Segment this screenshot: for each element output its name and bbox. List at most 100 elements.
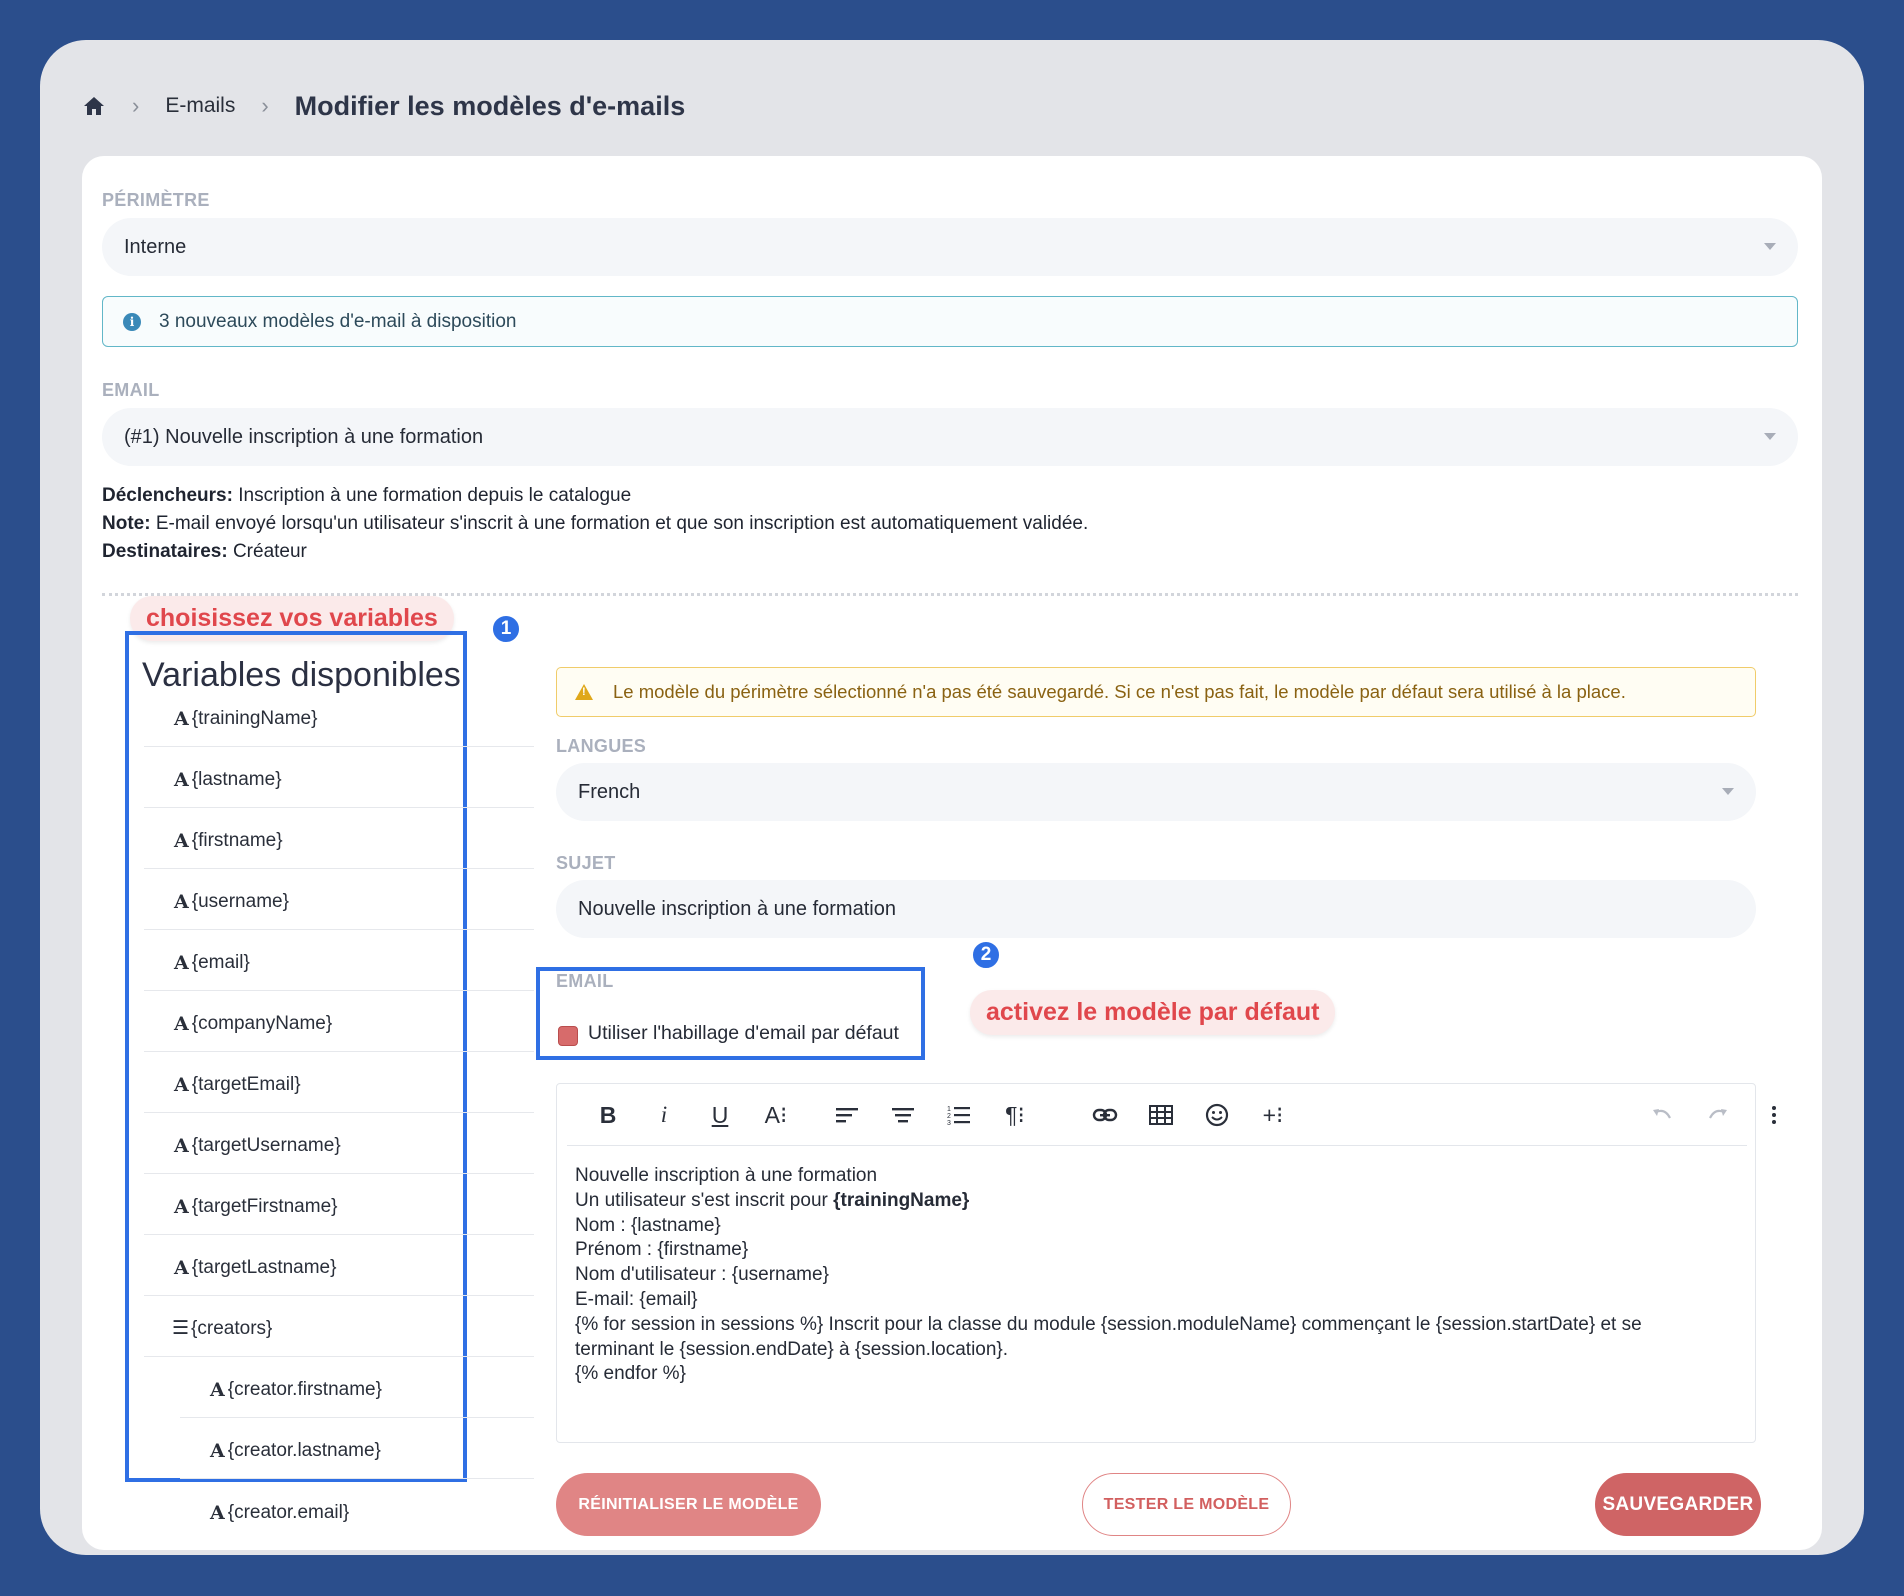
- variable-name: {targetFirstname}: [191, 1196, 338, 1217]
- variable-item[interactable]: A {creator.lastname}: [180, 1418, 534, 1479]
- variable-name: {creator.lastname}: [227, 1440, 381, 1461]
- more-options-icon[interactable]: [1757, 1098, 1791, 1132]
- variable-item[interactable]: A {companyName}: [144, 991, 534, 1052]
- subject-value: Nouvelle inscription à une formation: [578, 897, 896, 920]
- editor-bold-variable: {trainingName}: [833, 1189, 970, 1211]
- email-section-label: EMAIL: [556, 971, 614, 991]
- triggers-value: Inscription à une formation depuis le ca…: [232, 485, 632, 506]
- table-icon[interactable]: [1144, 1098, 1178, 1132]
- text-variable-icon: A: [174, 952, 189, 974]
- subject-input[interactable]: Nouvelle inscription à une formation: [556, 880, 1756, 938]
- editor-line: {% endfor %}: [575, 1363, 686, 1385]
- test-template-button[interactable]: TESTER LE MODÈLE: [1082, 1473, 1291, 1536]
- emoji-icon[interactable]: [1200, 1098, 1234, 1132]
- variable-name: {username}: [191, 891, 289, 912]
- editor-line: {% for session in sessions %} Inscrit po…: [575, 1313, 1642, 1335]
- undo-icon[interactable]: [1645, 1098, 1679, 1132]
- editor-text: Un utilisateur s'est inscrit pour: [575, 1189, 834, 1211]
- text-variable-icon: A: [174, 1013, 189, 1035]
- languages-value: French: [578, 780, 641, 803]
- editor-line: Un utilisateur s'est inscrit pour {train…: [575, 1189, 1735, 1214]
- variable-name: {creator.firstname}: [227, 1379, 382, 1400]
- variable-item[interactable]: A {lastname}: [144, 747, 534, 808]
- align-left-icon[interactable]: [830, 1098, 864, 1132]
- annotation-badge-1: 1: [491, 614, 521, 644]
- variable-name: {targetUsername}: [191, 1135, 341, 1156]
- text-variable-icon: A: [174, 1196, 189, 1218]
- variable-item[interactable]: A {firstname}: [144, 808, 534, 869]
- perimeter-select[interactable]: Interne: [102, 218, 1798, 276]
- editor-line: E-mail: {email}: [575, 1288, 698, 1310]
- text-variable-icon: A: [174, 1074, 189, 1096]
- breadcrumb-link-emails[interactable]: E-mails: [165, 94, 235, 118]
- text-variable-icon: A: [174, 830, 189, 852]
- info-icon: i: [123, 312, 141, 331]
- paragraph-button[interactable]: ¶⁝: [998, 1098, 1032, 1132]
- reset-template-button[interactable]: RÉINITIALISER LE MODÈLE: [556, 1473, 821, 1536]
- variable-item[interactable]: A {targetFirstname}: [144, 1174, 534, 1235]
- breadcrumb-separator: ›: [132, 93, 140, 118]
- email-select-label: EMAIL: [102, 380, 160, 400]
- variable-name: {lastname}: [191, 769, 282, 790]
- text-variable-icon: A: [210, 1379, 225, 1401]
- variable-item[interactable]: A {username}: [144, 869, 534, 930]
- editor-line: Nom d'utilisateur : {username}: [575, 1264, 829, 1286]
- insert-button[interactable]: +⁝: [1256, 1098, 1290, 1132]
- font-size-button[interactable]: A⁝: [759, 1098, 793, 1132]
- default-wrapper-label[interactable]: Utiliser l'habillage d'email par défaut: [588, 1022, 899, 1045]
- variable-name: {creators}: [191, 1318, 273, 1339]
- align-center-icon[interactable]: [886, 1098, 920, 1132]
- save-button[interactable]: SAUVEGARDER: [1595, 1473, 1761, 1536]
- variable-item[interactable]: ☰ {creators}: [144, 1296, 534, 1357]
- variables-list: A {trainingName} A {lastname} A {firstname}…: [144, 686, 534, 1540]
- chevron-down-icon: [1764, 243, 1776, 250]
- ordered-list-icon[interactable]: 123: [942, 1098, 976, 1132]
- variable-item[interactable]: A {email}: [144, 930, 534, 991]
- variable-item[interactable]: A {targetLastname}: [144, 1235, 534, 1296]
- variable-item[interactable]: A {targetUsername}: [144, 1113, 534, 1174]
- recipients-label: Destinataires:: [102, 541, 228, 562]
- languages-label: LANGUES: [556, 736, 647, 756]
- text-variable-icon: A: [210, 1440, 225, 1462]
- email-select-value: (#1) Nouvelle inscription à une formatio…: [124, 425, 484, 448]
- svg-text:3: 3: [947, 1120, 951, 1127]
- variable-name: {email}: [191, 952, 250, 973]
- chevron-down-icon: [1722, 788, 1734, 795]
- editor-line: Nom : {lastname}: [575, 1214, 721, 1236]
- page-title: Modifier les modèles d'e-mails: [294, 90, 686, 121]
- default-wrapper-checkbox[interactable]: [558, 1026, 578, 1046]
- variable-name: {companyName}: [191, 1013, 333, 1034]
- languages-select[interactable]: French: [556, 763, 1756, 821]
- redo-icon[interactable]: [1701, 1098, 1735, 1132]
- main-card: PÉRIMÈTRE Interne i 3 nouveaux modèles d…: [82, 156, 1822, 1550]
- link-icon[interactable]: [1088, 1098, 1122, 1132]
- underline-button[interactable]: U: [703, 1098, 737, 1132]
- variable-name: {firstname}: [191, 830, 283, 851]
- recipients-value: Créateur: [227, 541, 307, 562]
- svg-text:2: 2: [947, 1113, 951, 1120]
- annotation-activate-default: activez le modèle par défaut: [970, 990, 1336, 1035]
- list-variable-icon: ☰: [172, 1318, 190, 1339]
- editor-toolbar: B i U A⁝ 123 ¶⁝ +⁝: [567, 1084, 1776, 1146]
- info-banner: i 3 nouveaux modèles d'e-mail à disposit…: [102, 296, 1798, 347]
- warning-banner: Le modèle du périmètre sélectionné n'a p…: [556, 667, 1756, 717]
- editor-content[interactable]: Nouvelle inscription à une formation Un …: [575, 1164, 1735, 1387]
- variable-item[interactable]: A {targetEmail}: [144, 1052, 534, 1113]
- variable-name: {trainingName}: [191, 708, 318, 729]
- bold-button[interactable]: B: [591, 1098, 625, 1132]
- variable-item[interactable]: A {creator.firstname}: [180, 1357, 534, 1418]
- perimeter-value: Interne: [124, 235, 187, 258]
- email-body-editor[interactable]: B i U A⁝ 123 ¶⁝ +⁝ Nouvelle inscription …: [556, 1083, 1776, 1443]
- text-variable-icon: A: [174, 891, 189, 913]
- editor-line: Prénom : {firstname}: [575, 1239, 749, 1261]
- variable-item[interactable]: A {creator.email}: [180, 1479, 534, 1540]
- email-meta: Déclencheurs: Inscription à une formatio…: [102, 482, 1088, 566]
- variable-item[interactable]: A {trainingName}: [144, 686, 534, 747]
- home-icon[interactable]: [82, 94, 106, 118]
- editor-line: Nouvelle inscription à une formation: [575, 1165, 878, 1186]
- triggers-label: Déclencheurs:: [102, 485, 233, 506]
- italic-button[interactable]: i: [647, 1098, 681, 1132]
- warning-icon: [575, 684, 593, 700]
- svg-text:1: 1: [947, 1106, 951, 1113]
- email-select[interactable]: (#1) Nouvelle inscription à une formatio…: [102, 408, 1798, 466]
